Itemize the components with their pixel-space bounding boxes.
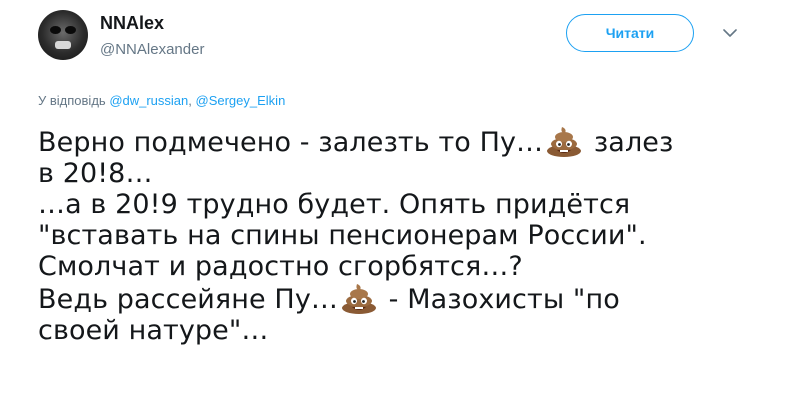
pile-of-poo-icon — [545, 125, 583, 157]
avatar[interactable] — [38, 10, 88, 60]
author-block: NNAlex @NNAlexander — [100, 13, 204, 59]
author-handle[interactable]: @NNAlexander — [100, 41, 204, 59]
chevron-down-icon[interactable] — [719, 22, 741, 44]
tweet-line-2: в 20!8… — [38, 158, 153, 189]
reply-context: У відповідь @dw_russian, @Sergey_Elkin — [38, 93, 285, 108]
follow-button[interactable]: Читати — [566, 14, 694, 52]
tweet-line-6: Ведь рассейяне Пу… - Мазохисты "по — [38, 282, 778, 315]
reply-separator: , — [188, 93, 196, 108]
tweet-line-7: своей натуре"… — [38, 315, 269, 346]
tweet-line-5: Смолчат и радостно сгорбятся…? — [38, 251, 523, 282]
tweet-line-3: …а в 20!9 трудно будет. Опять придётся — [38, 189, 631, 220]
tweet-text: Верно подмечено - залезть то Пу… залез в… — [38, 125, 778, 346]
tweet-line-1-part-a: Верно подмечено - залезть то Пу… — [38, 127, 544, 158]
tweet-line-6-part-b: - Мазохисты "по — [380, 284, 620, 315]
mention-sergey-elkin[interactable]: @Sergey_Elkin — [196, 93, 286, 108]
avatar-mouth — [55, 41, 71, 49]
tweet-line-1: Верно подмечено - залезть то Пу… залез — [38, 125, 778, 158]
mention-dw-russian[interactable]: @dw_russian — [109, 93, 188, 108]
avatar-eye-right — [65, 26, 76, 34]
tweet-line-6-part-a: Ведь рассейяне Пу… — [38, 284, 338, 315]
pile-of-poo-icon — [340, 282, 378, 314]
tweet-line-4: "вставать на спины пенсионерам России". — [38, 220, 647, 251]
tweet-line-1-part-b: залез — [585, 127, 674, 158]
author-display-name[interactable]: NNAlex — [100, 13, 204, 33]
reply-prefix: У відповідь — [38, 93, 106, 108]
avatar-eye-left — [50, 26, 61, 34]
